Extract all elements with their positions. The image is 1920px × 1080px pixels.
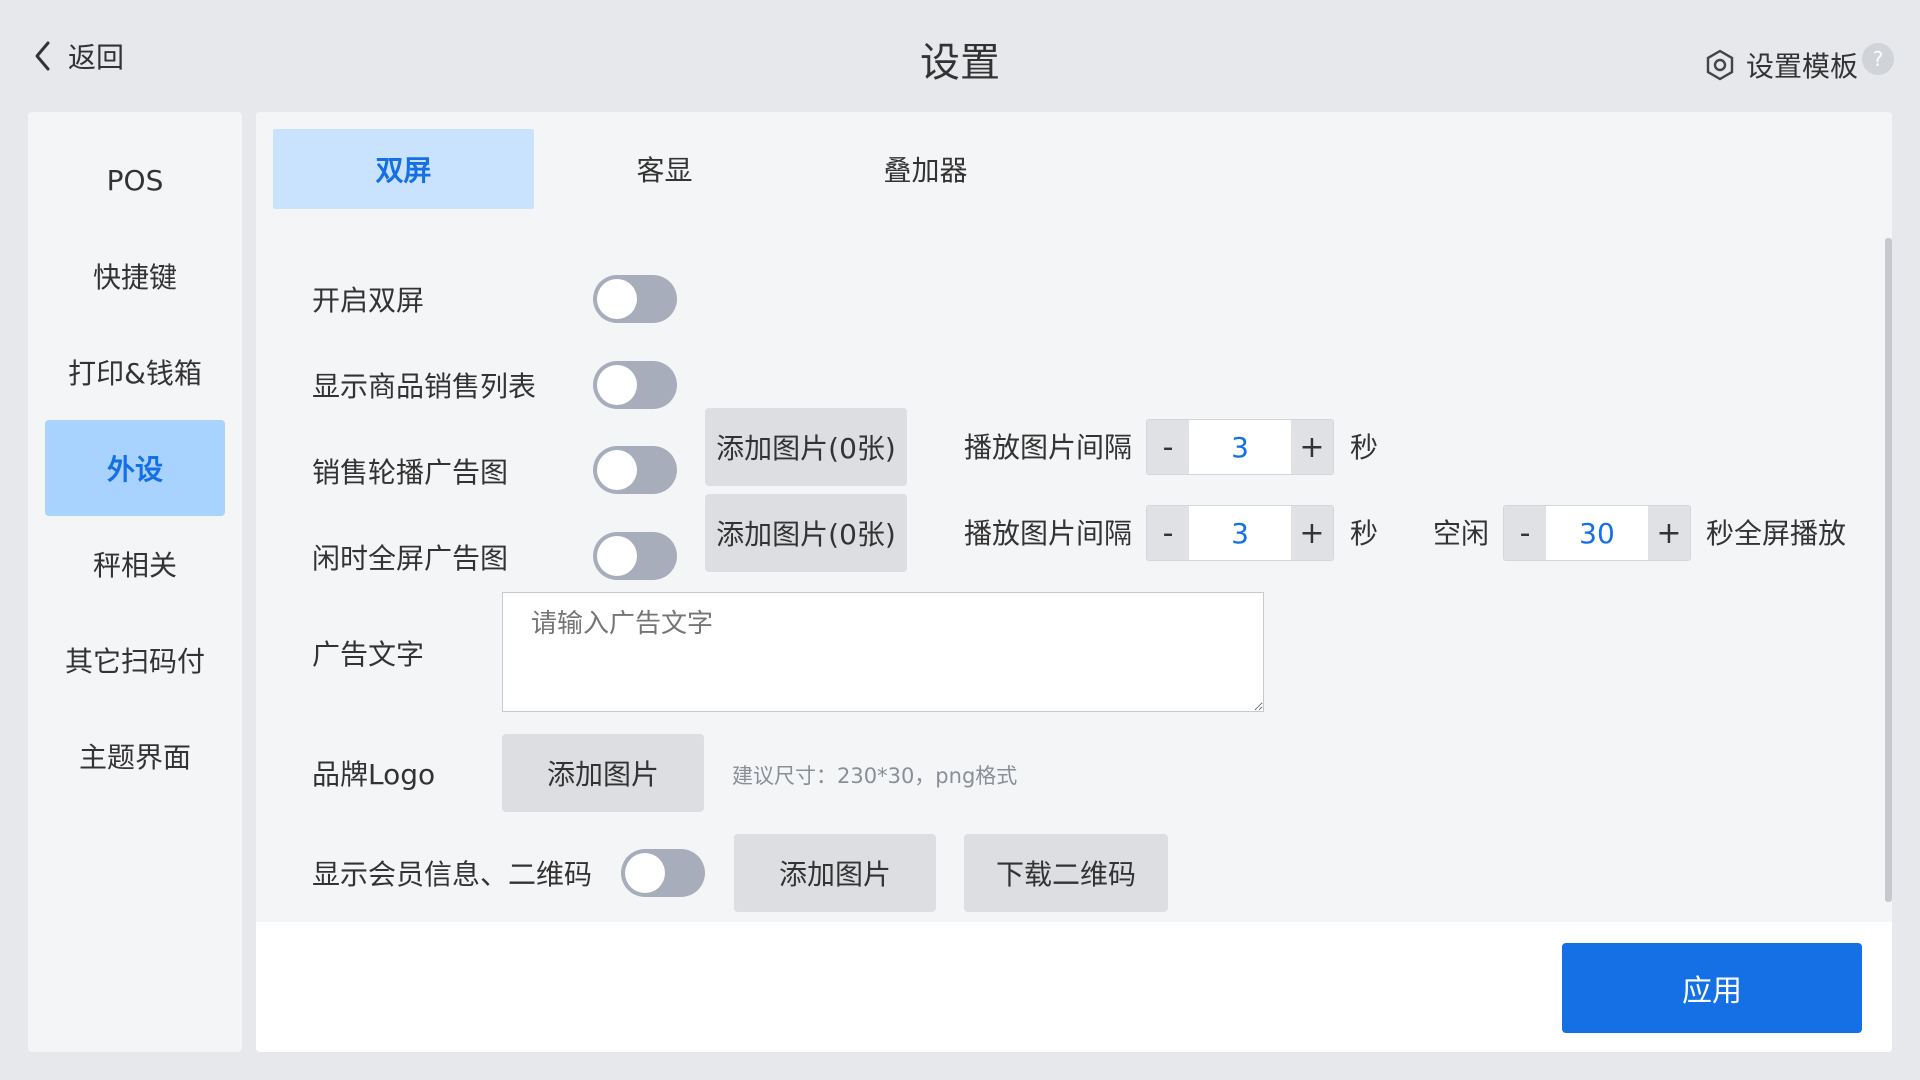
sidebar-item-pos[interactable]: POS xyxy=(45,132,225,228)
idle-fullscreen-add-image-button[interactable]: 添加图片(0张) xyxy=(705,494,907,572)
idle-seconds-unit: 秒全屏播放 xyxy=(1706,517,1847,550)
hexagon-gear-icon xyxy=(1706,49,1734,81)
tab-bar: 双屏 客显 叠加器 xyxy=(273,129,1056,209)
sidebar-item-peripherals[interactable]: 外设 xyxy=(45,420,225,516)
help-icon[interactable]: ? xyxy=(1862,43,1894,75)
idle-fullscreen-interval-label: 播放图片间隔 xyxy=(964,517,1133,550)
row-sales-carousel: 销售轮播广告图 xyxy=(312,446,508,496)
decrement-button[interactable]: - xyxy=(1147,420,1189,474)
row-member-qr: 显示会员信息、二维码 xyxy=(312,848,592,898)
download-qr-button[interactable]: 下载二维码 xyxy=(964,834,1168,912)
apply-button[interactable]: 应用 xyxy=(1562,943,1862,1033)
sales-carousel-toggle[interactable] xyxy=(593,446,677,494)
sidebar-item-theme[interactable]: 主题界面 xyxy=(45,708,225,804)
idle-fullscreen-unit: 秒 xyxy=(1350,517,1379,550)
row-idle-fullscreen: 闲时全屏广告图 xyxy=(312,532,508,582)
idle-label: 空闲 xyxy=(1433,517,1490,550)
increment-button[interactable]: + xyxy=(1291,420,1333,474)
tab-overlay[interactable]: 叠加器 xyxy=(795,129,1056,209)
settings-template-label: 设置模板 xyxy=(1745,50,1858,83)
increment-button[interactable]: + xyxy=(1648,506,1690,560)
decrement-button[interactable]: - xyxy=(1504,506,1546,560)
decrement-button[interactable]: - xyxy=(1147,506,1189,560)
settings-template-button[interactable]: 设置模板 ? xyxy=(1704,43,1894,86)
enable-dual-toggle[interactable] xyxy=(593,275,677,323)
member-qr-label: 显示会员信息、二维码 xyxy=(312,858,593,891)
sales-carousel-interval-stepper: - 3 + xyxy=(1146,419,1334,475)
sidebar-item-scale[interactable]: 秤相关 xyxy=(45,516,225,612)
row-show-sales-list: 显示商品销售列表 xyxy=(312,360,536,410)
ad-text-label: 广告文字 xyxy=(312,638,425,671)
idle-fullscreen-label: 闲时全屏广告图 xyxy=(312,542,509,575)
idle-fullscreen-interval-value[interactable]: 3 xyxy=(1189,506,1291,560)
sidebar-item-other-scan-pay[interactable]: 其它扫码付 xyxy=(45,612,225,708)
show-sales-list-toggle[interactable] xyxy=(593,361,677,409)
idle-fullscreen-toggle[interactable] xyxy=(593,532,677,580)
enable-dual-label: 开启双屏 xyxy=(312,284,425,317)
idle-seconds-stepper: - 30 + xyxy=(1503,505,1691,561)
row-enable-dual: 开启双屏 xyxy=(312,274,424,324)
sidebar-item-print-cashbox[interactable]: 打印&钱箱 xyxy=(45,324,225,420)
brand-logo-label: 品牌Logo xyxy=(312,758,436,791)
settings-panel: 双屏 客显 叠加器 开启双屏 显示商品销售列表 销售轮播广告图 添加图片(0张)… xyxy=(256,112,1892,1052)
member-qr-toggle[interactable] xyxy=(621,849,705,897)
brand-logo-hint: 建议尺寸：230*30，png格式 xyxy=(732,764,1018,788)
idle-fullscreen-interval-stepper: - 3 + xyxy=(1146,505,1334,561)
scrollbar[interactable] xyxy=(1885,238,1892,902)
sales-carousel-add-image-button[interactable]: 添加图片(0张) xyxy=(705,408,907,486)
sidebar: POS 快捷键 打印&钱箱 外设 秤相关 其它扫码付 主题界面 xyxy=(28,112,242,1052)
page-title: 设置 xyxy=(920,40,1000,86)
sales-carousel-label: 销售轮播广告图 xyxy=(312,456,509,489)
sales-carousel-unit: 秒 xyxy=(1350,431,1379,464)
sales-carousel-interval-value[interactable]: 3 xyxy=(1189,420,1291,474)
row-ad-text: 广告文字 xyxy=(312,628,424,678)
brand-logo-add-image-button[interactable]: 添加图片 xyxy=(502,734,704,812)
ad-text-input[interactable] xyxy=(502,592,1264,712)
row-brand-logo: 品牌Logo xyxy=(312,748,435,798)
idle-seconds-value[interactable]: 30 xyxy=(1546,506,1648,560)
sidebar-item-shortcuts[interactable]: 快捷键 xyxy=(45,228,225,324)
tab-customer-display[interactable]: 客显 xyxy=(534,129,795,209)
increment-button[interactable]: + xyxy=(1291,506,1333,560)
tab-dual-screen[interactable]: 双屏 xyxy=(273,129,534,209)
header: 返回 设置 设置模板 ? xyxy=(0,0,1920,112)
show-sales-list-label: 显示商品销售列表 xyxy=(312,370,537,403)
member-qr-add-image-button[interactable]: 添加图片 xyxy=(734,834,936,912)
sales-carousel-interval-label: 播放图片间隔 xyxy=(964,431,1133,464)
